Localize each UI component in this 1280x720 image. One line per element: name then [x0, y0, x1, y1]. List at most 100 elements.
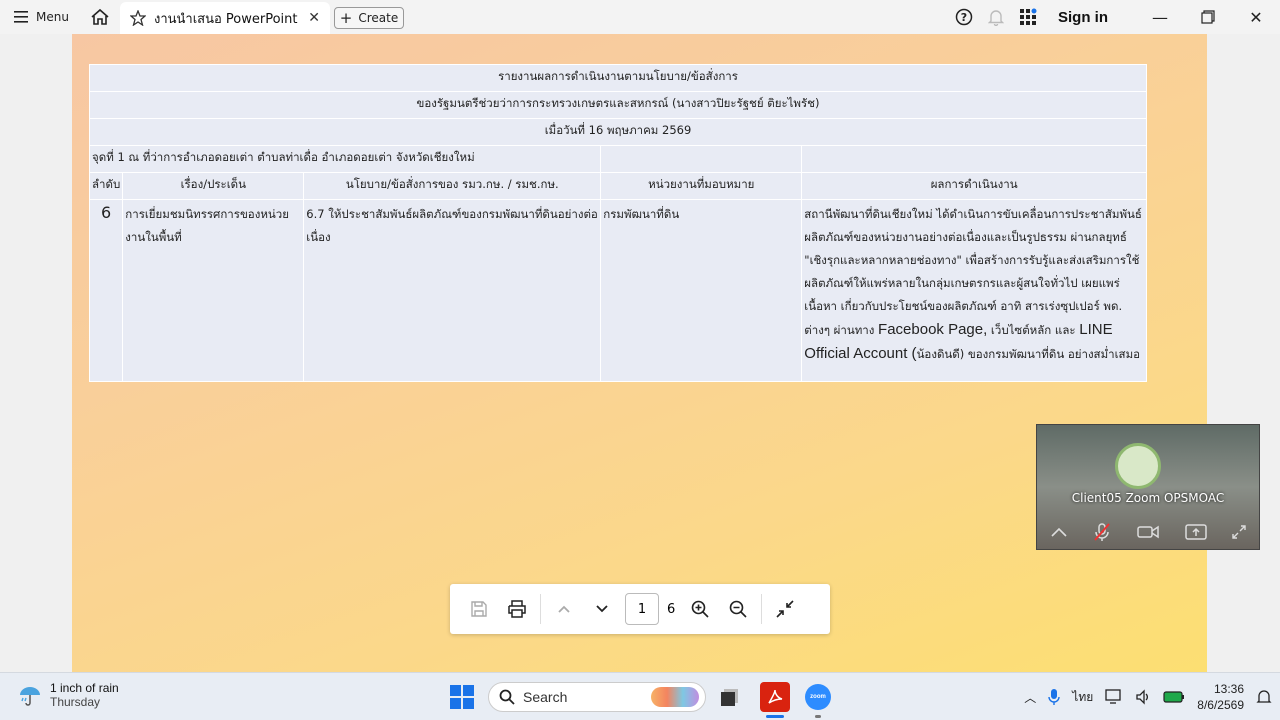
sign-in-button[interactable]: Sign in [1058, 9, 1108, 26]
document-viewer[interactable]: รายงานผลการดำเนินงานตามนโยบาย/ข้อสั่งการ… [0, 34, 1280, 672]
weather-widget[interactable]: 1 inch of rain Thursday [18, 681, 119, 709]
row-topic: การเยี่ยมชมนิทรรศการของหน่วยงานในพื้นที่ [122, 199, 305, 382]
close-tab-icon[interactable]: ✕ [308, 10, 320, 26]
microphone-icon[interactable] [1048, 688, 1060, 706]
report-table: รายงานผลการดำเนินงานตามนโยบาย/ข้อสั่งการ… [88, 64, 1147, 382]
close-window-button[interactable]: ✕ [1232, 0, 1280, 34]
zoom-controls [1037, 517, 1259, 547]
restore-button[interactable] [1184, 0, 1232, 34]
emblem-image [1115, 443, 1161, 489]
header-result: ผลการดำเนินงาน [801, 172, 1147, 200]
header-topic: เรื่อง/ประเด็น [122, 172, 305, 200]
hamburger-icon [14, 11, 28, 23]
print-button[interactable] [498, 590, 536, 628]
taskbar-search[interactable]: Search [488, 682, 706, 712]
active-indicator [766, 715, 784, 718]
task-view-icon [721, 689, 738, 706]
running-indicator [815, 715, 821, 718]
header-policy: นโยบาย/ข้อสั่งการของ รมว.กษ. / รมช.กษ. [303, 172, 602, 200]
apps-grid-icon [1020, 8, 1037, 25]
row-agency: กรมพัฒนาที่ดิน [600, 199, 803, 382]
create-button[interactable]: + Create [334, 7, 404, 29]
clock[interactable]: 13:36 8/6/2569 [1197, 681, 1244, 713]
file-explorer-button[interactable] [716, 683, 744, 711]
page-total: 6 [667, 601, 676, 617]
row-result: สถานีพัฒนาที่ดินเชียงใหม่ ได้ดำเนินการขั… [801, 199, 1147, 382]
search-label: Search [523, 689, 568, 705]
chevron-up-icon[interactable]: ︿ [1024, 689, 1036, 706]
exit-fullscreen-button[interactable] [766, 590, 804, 628]
share-screen-icon[interactable] [1184, 524, 1207, 540]
divider [540, 594, 541, 624]
pdf-icon [768, 689, 783, 704]
help-button[interactable]: ? [948, 0, 980, 34]
menu-button[interactable]: Menu [0, 0, 82, 34]
search-icon [499, 689, 515, 705]
taskbar: 1 inch of rain Thursday Search zoom ︿ ไท… [0, 672, 1280, 720]
next-page-button[interactable] [583, 590, 621, 628]
apps-button[interactable] [1012, 0, 1044, 34]
language-indicator[interactable]: ไทย [1072, 688, 1093, 707]
chevron-down-icon [596, 605, 608, 613]
zoom-in-icon [691, 600, 709, 618]
clock-time: 13:36 [1213, 682, 1244, 696]
header-agency: หน่วยงานที่มอบหมาย [600, 172, 803, 200]
empty-cell [801, 145, 1147, 173]
report-title-2: ของรัฐมนตรีช่วยว่าการกระทรวงเกษตรและสหกร… [89, 91, 1147, 119]
result-text-b: Facebook Page, [878, 321, 988, 338]
zoom-out-icon [729, 600, 747, 618]
page-number-input[interactable]: 1 [625, 593, 659, 625]
location-cell: จุดที่ 1 ณ ที่ว่าการอำเภอดอยเต่า ตำบลท่า… [88, 145, 602, 173]
header-no: ลำดับ [88, 172, 124, 200]
divider [761, 594, 763, 624]
notifications-button[interactable] [980, 0, 1012, 34]
notification-bell-icon[interactable] [1256, 689, 1272, 705]
participant-name: Client05 Zoom OPSMOAC [1071, 491, 1225, 505]
home-button[interactable] [82, 0, 118, 34]
home-icon [91, 8, 109, 25]
chevron-up-icon [558, 605, 570, 613]
window-controls: ? Sign in — ✕ [948, 0, 1280, 34]
zoom-app-button[interactable]: zoom [805, 684, 831, 710]
row-number: 6 [88, 199, 124, 382]
bell-icon [988, 10, 1004, 26]
start-button[interactable] [450, 685, 474, 709]
windows-logo-icon [450, 685, 461, 696]
close-window-icon: ✕ [1249, 7, 1263, 27]
svg-text:?: ? [961, 11, 967, 24]
search-highlight-icon [651, 687, 699, 707]
speaker-icon[interactable] [1135, 689, 1151, 705]
battery-icon[interactable] [1163, 690, 1185, 704]
menu-label: Menu [36, 10, 69, 24]
zoom-logo-icon: zoom [810, 694, 826, 700]
restore-icon [1201, 10, 1215, 24]
table-row: 6 การเยี่ยมชมนิทรรศการของหน่วยงานในพื้นท… [88, 199, 1147, 382]
minimize-button[interactable]: — [1136, 0, 1184, 34]
tab-title: งานนำเสนอ PowerPoint [154, 11, 298, 27]
minimize-icon: — [1152, 7, 1168, 27]
star-icon[interactable] [130, 10, 146, 26]
mic-muted-icon[interactable] [1093, 522, 1111, 542]
video-icon[interactable] [1137, 525, 1159, 539]
zoom-in-button[interactable] [681, 590, 719, 628]
report-title-3: เมื่อวันที่ 16 พฤษภาคม 2569 [89, 118, 1147, 146]
plus-icon: + [339, 9, 353, 27]
print-icon [508, 600, 526, 618]
prev-page-button[interactable] [545, 590, 583, 628]
acrobat-button[interactable] [760, 682, 790, 712]
result-text-a: สถานีพัฒนาที่ดินเชียงใหม่ ได้ดำเนินการขั… [804, 207, 1142, 337]
system-tray: ︿ ไทย 13:36 8/6/2569 [1024, 673, 1272, 720]
weather-line-2: Thursday [50, 695, 101, 709]
zoom-video-window[interactable]: Client05 Zoom OPSMOAC [1036, 424, 1260, 550]
zoom-out-button[interactable] [719, 590, 757, 628]
help-icon: ? [955, 8, 973, 26]
umbrella-icon [20, 687, 40, 706]
weather-line-1: 1 inch of rain [50, 681, 119, 695]
pdf-toolbar: 1 6 [450, 584, 830, 634]
tab-presentation[interactable]: งานนำเสนอ PowerPoint ✕ [120, 2, 330, 34]
save-button[interactable] [460, 590, 498, 628]
network-icon[interactable] [1105, 689, 1123, 705]
row-policy: 6.7 ให้ประชาสัมพันธ์ผลิตภัณฑ์ของกรมพัฒนา… [303, 199, 602, 382]
expand-icon[interactable] [1232, 525, 1246, 539]
chevron-up-icon[interactable] [1050, 526, 1068, 538]
